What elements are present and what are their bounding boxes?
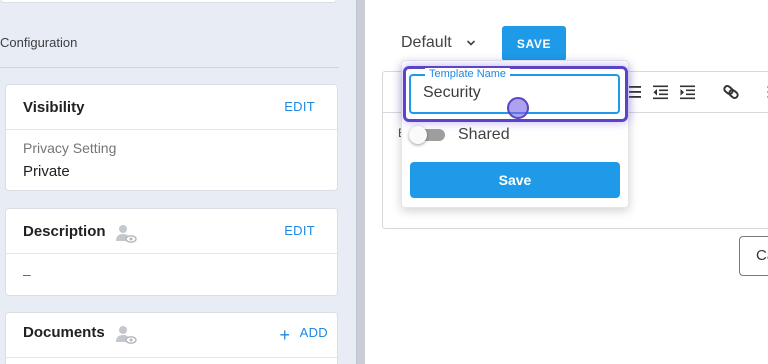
previous-card xyxy=(0,0,337,3)
left-panel: Configuration Visibility EDIT Privacy Se… xyxy=(0,0,356,364)
visibility-card-header: Visibility EDIT xyxy=(6,85,337,130)
documents-card-header: Documents + ADD xyxy=(6,313,337,358)
list-icon[interactable] xyxy=(627,84,645,100)
privacy-setting-value: Private xyxy=(23,163,70,180)
indent-icon[interactable] xyxy=(679,84,697,100)
visibility-user-icon xyxy=(116,225,137,243)
description-value: – xyxy=(23,266,31,282)
chevron-down-icon[interactable] xyxy=(466,38,476,48)
description-edit-button[interactable]: EDIT xyxy=(284,223,315,238)
privacy-setting-label: Privacy Setting xyxy=(23,140,117,156)
description-card: Description EDIT – xyxy=(5,208,338,296)
popup-save-button[interactable]: Save xyxy=(410,162,620,198)
documents-add-button[interactable]: ADD xyxy=(300,325,328,340)
visibility-edit-button[interactable]: EDIT xyxy=(284,99,315,114)
visibility-title: Visibility xyxy=(23,99,85,116)
pointer-cursor xyxy=(507,97,529,119)
cancel-button[interactable]: Ca xyxy=(739,236,768,276)
outdent-icon[interactable] xyxy=(652,84,670,100)
documents-card: Documents + ADD xyxy=(5,312,338,364)
panel-resize-handle[interactable] xyxy=(356,0,365,364)
template-name-label: Template Name xyxy=(425,68,511,81)
toggle-thumb xyxy=(409,126,427,144)
save-button[interactable]: SAVE xyxy=(502,26,566,61)
shared-label: Shared xyxy=(458,126,510,143)
more-icon[interactable] xyxy=(764,84,768,100)
documents-title: Documents xyxy=(23,324,105,341)
description-card-header: Description EDIT xyxy=(6,209,337,254)
section-divider xyxy=(0,67,339,68)
cancel-button-label: Ca xyxy=(756,247,768,264)
visibility-user-icon xyxy=(116,326,137,344)
section-title: Configuration xyxy=(0,35,78,50)
link-icon[interactable] xyxy=(722,84,740,100)
shared-toggle[interactable] xyxy=(409,126,447,144)
description-title: Description xyxy=(23,223,106,240)
plus-icon[interactable]: + xyxy=(279,325,290,346)
visibility-card: Visibility EDIT Privacy Setting Private xyxy=(5,84,338,191)
template-select[interactable]: Default xyxy=(401,34,452,52)
